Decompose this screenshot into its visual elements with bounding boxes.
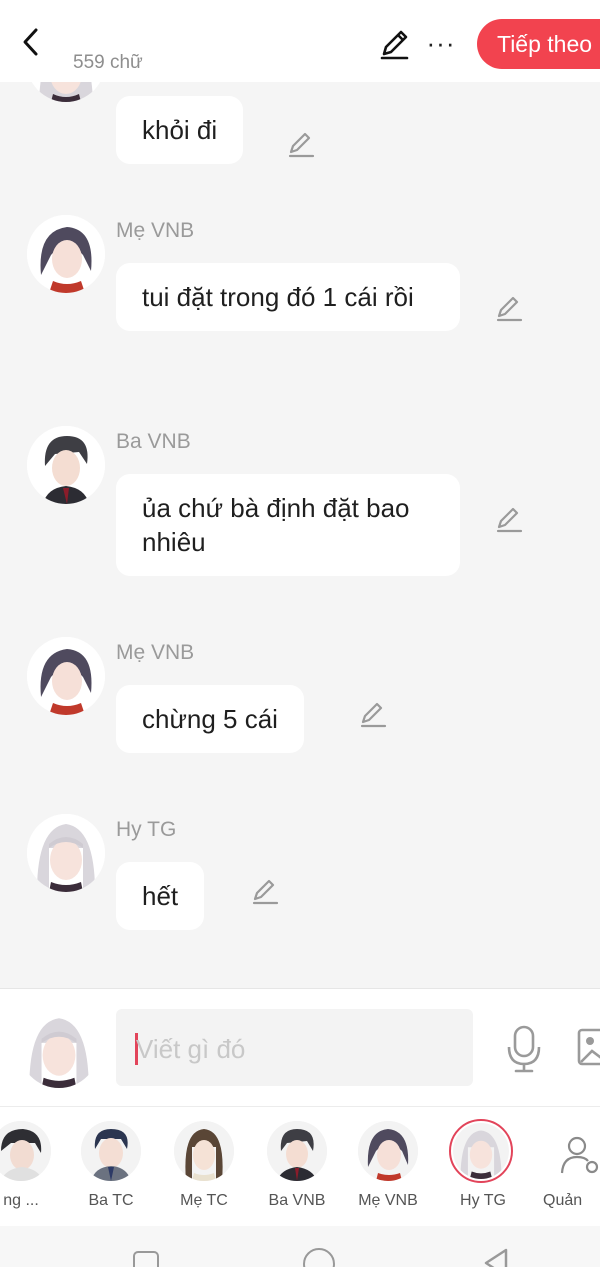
- message-bubble[interactable]: ủa chứ bà định đặt bao nhiêu: [116, 474, 460, 576]
- character-item[interactable]: ng ...: [0, 1121, 62, 1221]
- character-item[interactable]: Ba VNB: [262, 1121, 338, 1221]
- hy-tg-avatar[interactable]: [27, 82, 105, 102]
- more-icon: ···: [426, 27, 456, 58]
- home-button[interactable]: [303, 1248, 335, 1267]
- edit-message-icon[interactable]: [358, 699, 388, 729]
- character-name: Quản: [543, 1192, 583, 1209]
- character-avatar: [0, 1121, 51, 1181]
- avatar-illustration: [27, 82, 105, 102]
- avatar-illustration: [27, 814, 105, 892]
- avatar-illustration: [27, 426, 105, 504]
- avatar-illustration: [19, 1008, 99, 1088]
- me-vnb-avatar[interactable]: [27, 637, 105, 715]
- message-input[interactable]: Viết gì đó: [116, 1009, 473, 1086]
- edit-message-icon[interactable]: [286, 129, 316, 159]
- back-triangle-icon[interactable]: [478, 1246, 512, 1267]
- sender-name: Mẹ VNB: [116, 219, 195, 242]
- character-name: Hy TG: [460, 1192, 506, 1209]
- word-count: 559 chữ: [73, 52, 143, 73]
- character-avatar: [81, 1121, 141, 1181]
- next-button-label: Tiếp theo: [497, 30, 593, 57]
- character-avatar: [267, 1121, 327, 1181]
- edit-message-icon[interactable]: [250, 876, 280, 906]
- message-input-placeholder: Viết gì đó: [136, 1034, 246, 1064]
- character-name: Mẹ TC: [180, 1192, 228, 1209]
- edit-button[interactable]: [376, 26, 412, 62]
- message-bubble[interactable]: hết: [116, 862, 205, 930]
- back-button[interactable]: [14, 24, 46, 60]
- character-name: Ba TC: [88, 1192, 134, 1209]
- recent-apps-button[interactable]: [133, 1251, 159, 1267]
- chat-area[interactable]: khỏi đi Mẹ VNB tui đặt trong đó 1 cái rồ…: [0, 82, 600, 988]
- system-nav-bar: [0, 1226, 600, 1267]
- sender-name: Ba VNB: [116, 430, 191, 453]
- character-item[interactable]: Ba TC: [76, 1121, 152, 1221]
- next-button[interactable]: Tiếp theo: [477, 19, 600, 69]
- avatar-illustration: [27, 215, 105, 293]
- character-avatar: [358, 1121, 418, 1181]
- character-picker: ng ... Ba TC Mẹ TC Ba VNB Mẹ VNB Hy TG Q…: [0, 1106, 600, 1226]
- character-item[interactable]: Mẹ TC: [169, 1121, 245, 1221]
- image-icon[interactable]: [576, 1025, 600, 1069]
- manage-characters-item[interactable]: Quản: [543, 1121, 600, 1221]
- message-bubble[interactable]: tui đặt trong đó 1 cái rồi: [116, 263, 460, 331]
- avatar-illustration: [27, 637, 105, 715]
- character-name: Ba VNB: [268, 1192, 326, 1209]
- chevron-left-icon: [23, 28, 38, 56]
- message-bubble[interactable]: chừng 5 cái: [116, 685, 304, 753]
- me-vnb-avatar[interactable]: [27, 215, 105, 293]
- current-character-avatar[interactable]: [19, 1008, 99, 1088]
- character-item[interactable]: Mẹ VNB: [353, 1121, 429, 1221]
- character-item-selected[interactable]: Hy TG: [448, 1119, 524, 1221]
- character-avatar: [449, 1119, 513, 1183]
- user-settings-icon: [560, 1136, 599, 1174]
- message-bubble[interactable]: khỏi đi: [116, 96, 244, 164]
- top-bar: 559 chữ ··· Tiếp theo: [0, 0, 600, 82]
- pencil-icon: [380, 30, 409, 60]
- edit-message-icon[interactable]: [494, 504, 524, 534]
- character-avatar: [174, 1121, 234, 1181]
- sender-name: Hy TG: [116, 818, 177, 841]
- sender-name: Mẹ VNB: [116, 641, 195, 664]
- character-name: ng ...: [3, 1192, 39, 1209]
- hy-tg-avatar[interactable]: [27, 814, 105, 892]
- edit-message-icon[interactable]: [494, 293, 524, 323]
- ba-vnb-avatar[interactable]: [27, 426, 105, 504]
- message-composer: Viết gì đó: [0, 988, 600, 1106]
- more-options-button[interactable]: ···: [424, 26, 458, 60]
- microphone-icon[interactable]: [504, 1024, 544, 1074]
- character-name: Mẹ VNB: [358, 1192, 418, 1209]
